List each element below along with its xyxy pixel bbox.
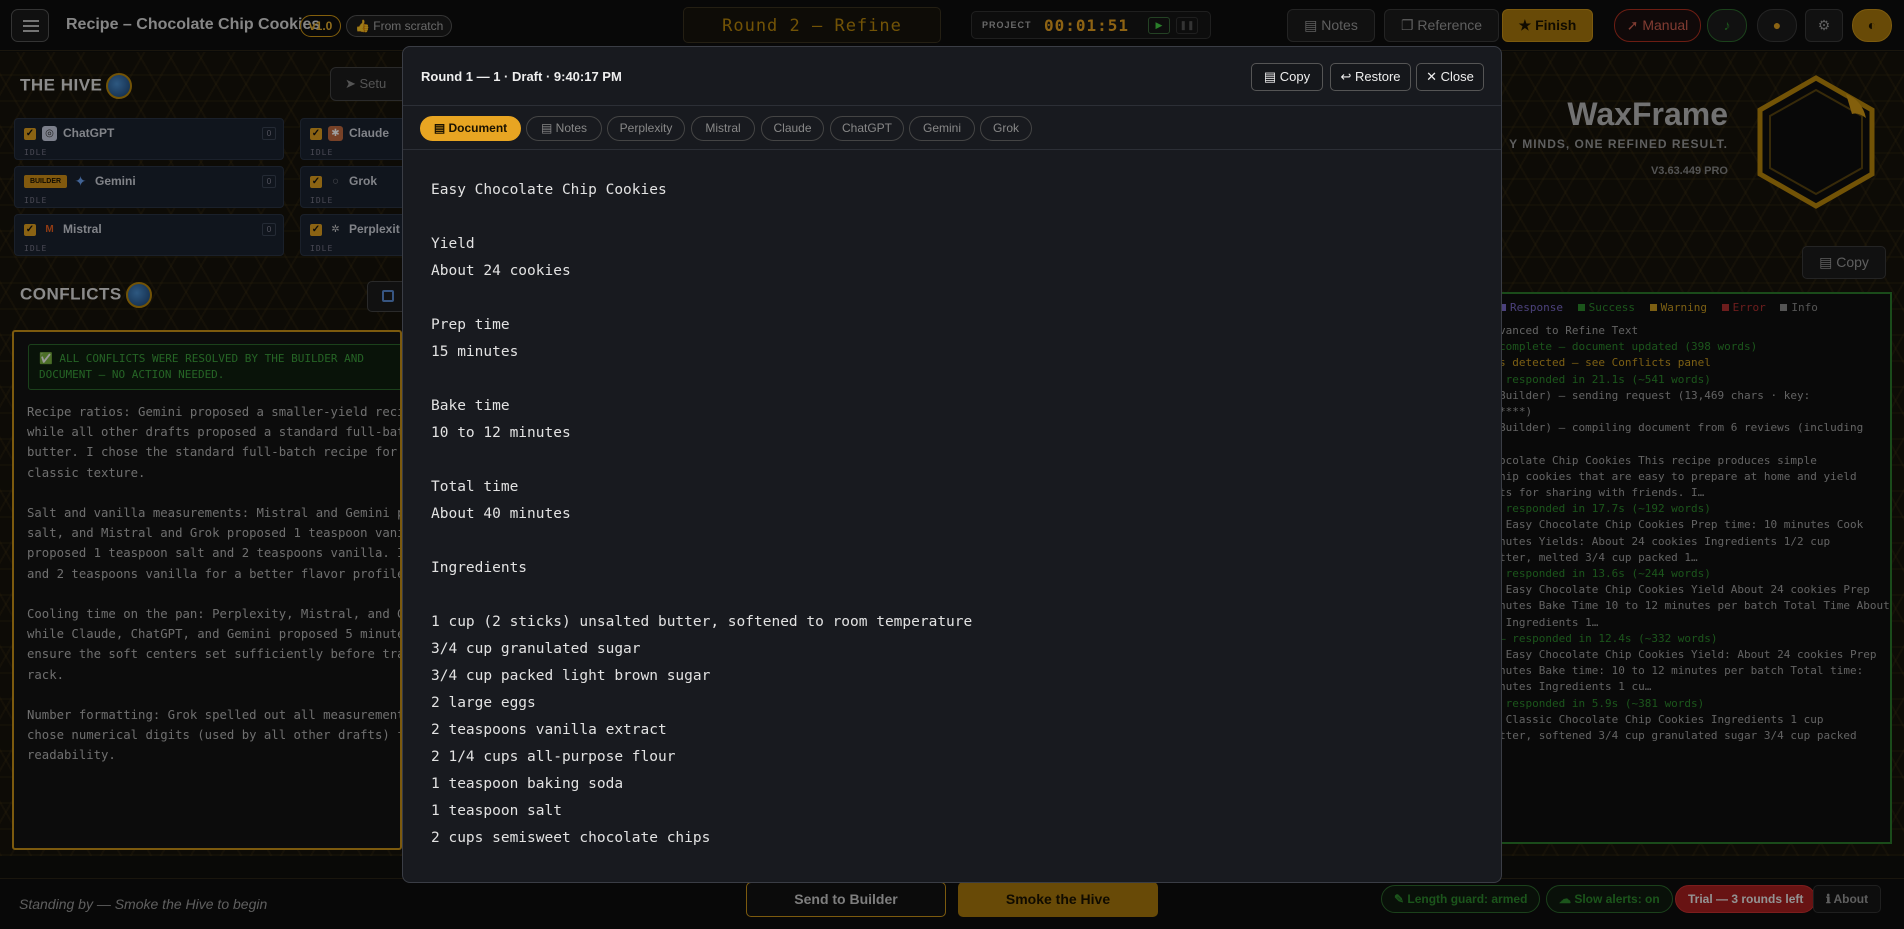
document-line: 2 large eggs	[431, 695, 536, 711]
document-line: Bake time	[431, 398, 510, 414]
document-line: 2 1/4 cups all-purpose flour	[431, 749, 676, 765]
modal-header: Round 1 — 1 · Draft · 9:40:17 PM ▤ Copy …	[403, 47, 1501, 106]
document-line: Easy Chocolate Chip Cookies	[431, 182, 667, 198]
document-line: Prep time	[431, 317, 510, 333]
modal-title: Round 1 — 1 · Draft · 9:40:17 PM	[421, 69, 622, 84]
document-line: Total time	[431, 479, 519, 495]
document-line: 10 to 12 minutes	[431, 425, 571, 441]
document-line: 1 cup (2 sticks) unsalted butter, soften…	[431, 614, 973, 630]
tab-gemini[interactable]: Gemini	[909, 116, 975, 141]
document-line: 2 cups semisweet chocolate chips	[431, 830, 711, 846]
document-line: 2 teaspoons vanilla extract	[431, 722, 667, 738]
tab-mistral[interactable]: Mistral	[691, 116, 755, 141]
tab-notes[interactable]: ▤ Notes	[526, 116, 602, 141]
draft-viewer-modal: Round 1 — 1 · Draft · 9:40:17 PM ▤ Copy …	[402, 46, 1502, 883]
tab-chatgpt[interactable]: ChatGPT	[830, 116, 904, 141]
tab-perplexity[interactable]: Perplexity	[607, 116, 685, 141]
document-line: Yield	[431, 236, 475, 252]
document-icon: ▤	[433, 121, 449, 135]
modal-copy-button[interactable]: ▤ Copy	[1251, 63, 1323, 91]
close-icon: ✕	[1426, 69, 1441, 84]
document-line: 15 minutes	[431, 344, 519, 360]
document-line: 1 teaspoon salt	[431, 803, 562, 819]
document-line: Ingredients	[431, 560, 528, 576]
modal-tabs: ▤ Document ▤ Notes Perplexity Mistral Cl…	[403, 106, 1501, 150]
modal-close-button[interactable]: ✕ Close	[1416, 63, 1484, 91]
notes-icon: ▤	[540, 121, 556, 135]
modal-restore-button[interactable]: ↩ Restore	[1330, 63, 1411, 91]
document-line: About 40 minutes	[431, 506, 571, 522]
document-content: Easy Chocolate Chip Cookies Yield About 24…	[431, 177, 1481, 852]
document-line: 3/4 cup granulated sugar	[431, 641, 641, 657]
document-line: 3/4 cup packed light brown sugar	[431, 668, 711, 684]
restore-icon: ↩	[1340, 69, 1355, 84]
tab-grok[interactable]: Grok	[980, 116, 1032, 141]
document-line: 1 teaspoon baking soda	[431, 776, 624, 792]
document-line: About 24 cookies	[431, 263, 571, 279]
tab-document[interactable]: ▤ Document	[420, 116, 521, 141]
tab-claude[interactable]: Claude	[761, 116, 824, 141]
clipboard-icon: ▤	[1263, 69, 1280, 84]
